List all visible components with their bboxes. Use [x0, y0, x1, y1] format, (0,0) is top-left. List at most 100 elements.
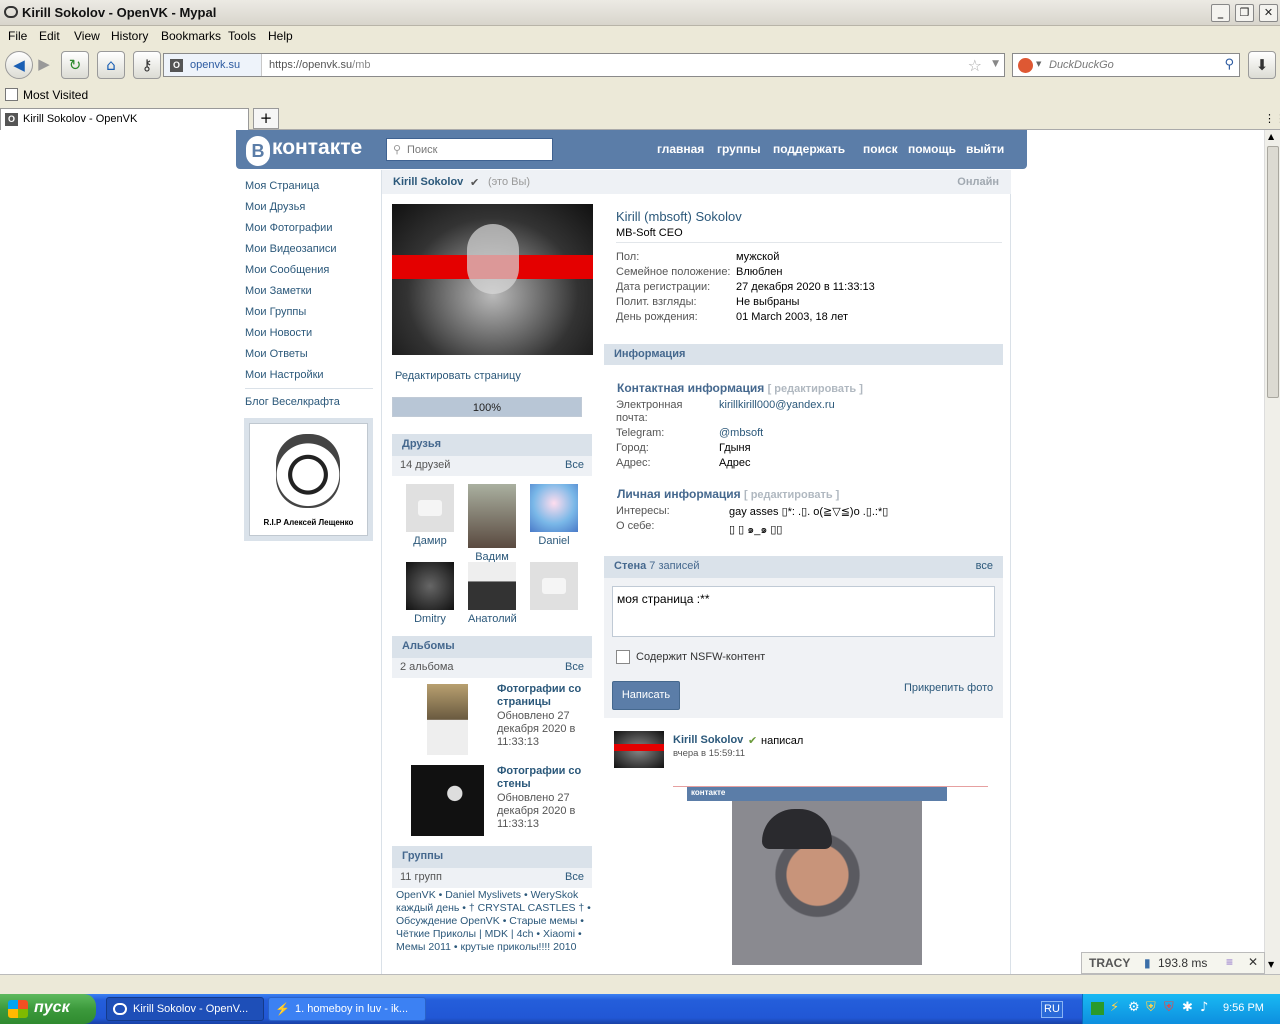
forward-button[interactable]: ▶: [33, 51, 55, 79]
album-cover-page[interactable]: [427, 684, 468, 755]
wall-post-textarea[interactable]: моя страница :**: [612, 586, 995, 637]
reload-button[interactable]: ↻: [61, 51, 89, 79]
tray-bluetooth-icon[interactable]: ✱: [1182, 1000, 1193, 1015]
vk-logo-text[interactable]: контакте: [272, 136, 362, 160]
page-scrollbar[interactable]: ▲ ▼: [1264, 130, 1280, 974]
tracy-close-icon[interactable]: ✕: [1248, 955, 1258, 969]
nsfw-checkbox[interactable]: [616, 650, 630, 664]
scroll-up-icon[interactable]: ▲: [1268, 132, 1274, 141]
profile-avatar[interactable]: [392, 204, 593, 355]
minimize-button[interactable]: _: [1211, 4, 1230, 22]
groups-all-link[interactable]: Все: [565, 871, 584, 883]
album-wall-title[interactable]: Фотографии со стены: [497, 765, 589, 791]
friend-dmitry[interactable]: Dmitry: [406, 562, 454, 625]
wall-title[interactable]: Стена: [614, 560, 646, 572]
friend-vadim[interactable]: Вадим: [468, 484, 516, 563]
vk-search-input[interactable]: ⚲ Поиск: [386, 138, 553, 161]
album-page-title[interactable]: Фотографии со страницы: [497, 683, 589, 709]
site-identity[interactable]: Oopenvk.su: [164, 54, 262, 76]
menu-file[interactable]: File: [8, 29, 27, 43]
maximize-button[interactable]: ❐: [1235, 4, 1254, 22]
post-author-name[interactable]: Kirill Sokolov: [673, 734, 743, 746]
bookmark-most-visited[interactable]: Most Visited: [23, 88, 88, 102]
leftnav-blog[interactable]: Блог Веселкрафта: [245, 396, 340, 408]
contact-email[interactable]: kirillkirill000@yandex.ru: [719, 399, 835, 411]
url-bar[interactable]: Oopenvk.su https://openvk.su/mb ☆ ▼: [163, 53, 1005, 77]
post-time[interactable]: вчера в 15:59:11: [673, 748, 745, 759]
leftnav-news[interactable]: Мои Новости: [245, 327, 312, 339]
back-button[interactable]: ◀: [5, 51, 33, 79]
tray-antivirus-icon[interactable]: ⛨: [1164, 1000, 1174, 1015]
search-magnifier-icon[interactable]: ⚲: [1224, 57, 1234, 72]
leftnav-settings[interactable]: Мои Настройки: [245, 369, 324, 381]
tray-app-icon[interactable]: [1091, 1002, 1104, 1015]
nav-home[interactable]: главная: [657, 142, 704, 156]
friend-anatoly[interactable]: Анатолий: [468, 562, 517, 625]
system-clock[interactable]: 9:56 PM: [1223, 1002, 1264, 1014]
ad-banner[interactable]: R.I.P Алексей Лещенко: [244, 418, 373, 541]
nav-support[interactable]: поддержать: [773, 142, 845, 156]
friends-section-title[interactable]: Друзья: [392, 434, 592, 456]
leftnav-groups[interactable]: Мои Группы: [245, 306, 306, 318]
nav-search[interactable]: поиск: [863, 142, 898, 156]
groups-section-title[interactable]: Группы: [392, 846, 592, 868]
menu-view[interactable]: View: [74, 29, 100, 43]
taskbar-item-player[interactable]: ⚡ 1. homeboy in luv - ik...: [268, 997, 426, 1021]
albums-all-link[interactable]: Все: [565, 661, 584, 673]
personal-edit-link[interactable]: [ редактировать ]: [744, 489, 839, 501]
tab-active[interactable]: O Kirill Sokolov - OpenVK: [0, 108, 249, 130]
duckduckgo-icon[interactable]: [1018, 58, 1033, 73]
leftnav-my-page[interactable]: Моя Страница: [245, 180, 319, 192]
groups-list[interactable]: OpenVK • Daniel Myslivets • WerySkok каж…: [396, 889, 592, 954]
attach-photo-link[interactable]: Прикрепить фото: [904, 682, 993, 694]
leftnav-notes[interactable]: Мои Заметки: [245, 285, 312, 297]
contact-edit-link[interactable]: [ редактировать ]: [768, 383, 863, 395]
url-text[interactable]: https://openvk.su/mb: [269, 59, 371, 71]
url-dropdown-icon[interactable]: ▼: [992, 59, 999, 69]
wall-all-link[interactable]: все: [976, 560, 993, 572]
friend-noname[interactable]: [530, 562, 578, 613]
tray-network-icon[interactable]: ⚙: [1128, 1000, 1140, 1015]
menu-history[interactable]: History: [111, 29, 148, 43]
bookmark-star-icon[interactable]: ☆: [968, 56, 982, 75]
edit-page-link[interactable]: Редактировать страницу: [395, 370, 521, 382]
tray-shield-icon[interactable]: ⛨: [1146, 1000, 1156, 1015]
menu-bookmarks[interactable]: Bookmarks: [161, 29, 221, 43]
nav-groups[interactable]: группы: [717, 142, 761, 156]
nav-logout[interactable]: выйти: [966, 142, 1004, 156]
nsfw-label[interactable]: Содержит NSFW-контент: [636, 651, 765, 663]
tracy-database-icon[interactable]: ≡: [1226, 955, 1233, 969]
leftnav-friends[interactable]: Мои Друзья: [245, 201, 305, 213]
leftnav-videos[interactable]: Мои Видеозаписи: [245, 243, 337, 255]
home-button[interactable]: ⌂: [97, 51, 125, 79]
submit-post-button[interactable]: Написать: [612, 681, 680, 710]
taskbar-item-browser[interactable]: Kirill Sokolov - OpenV...: [106, 997, 264, 1021]
album-cover-wall[interactable]: [411, 765, 484, 836]
profile-header-name[interactable]: Kirill Sokolov: [393, 176, 463, 188]
leftnav-messages[interactable]: Мои Сообщения: [245, 264, 329, 276]
tray-winamp-icon[interactable]: ⚡: [1110, 1000, 1119, 1015]
tracy-label[interactable]: TRACY: [1089, 956, 1130, 970]
search-bar[interactable]: ▼ DuckDuckGo ⚲: [1012, 53, 1240, 77]
nav-help[interactable]: помощь: [908, 142, 956, 156]
post-image[interactable]: контакте: [673, 773, 988, 973]
engine-dropdown-icon[interactable]: ▼: [1036, 60, 1041, 68]
start-button[interactable]: пуск: [0, 994, 96, 1024]
language-indicator[interactable]: RU: [1041, 1001, 1063, 1018]
friends-all-link[interactable]: Все: [565, 459, 584, 471]
new-tab-button[interactable]: +: [253, 108, 279, 129]
vk-logo-icon[interactable]: В: [246, 136, 270, 166]
menu-help[interactable]: Help: [268, 29, 293, 43]
menu-edit[interactable]: Edit: [39, 29, 60, 43]
post-author-avatar[interactable]: [614, 731, 664, 768]
menu-tools[interactable]: Tools: [228, 29, 256, 43]
contact-telegram[interactable]: @mbsoft: [719, 427, 763, 439]
albums-section-title[interactable]: Альбомы: [392, 636, 592, 658]
downloads-button[interactable]: ⬇: [1248, 51, 1276, 79]
leftnav-replies[interactable]: Мои Ответы: [245, 348, 308, 360]
scroll-down-icon[interactable]: ▼: [1268, 960, 1274, 969]
friend-damir[interactable]: Дамир: [406, 484, 454, 547]
close-window-button[interactable]: ✕: [1259, 4, 1278, 22]
site-identity-button[interactable]: ⚷: [133, 51, 161, 79]
friend-daniel[interactable]: Daniel: [530, 484, 578, 547]
